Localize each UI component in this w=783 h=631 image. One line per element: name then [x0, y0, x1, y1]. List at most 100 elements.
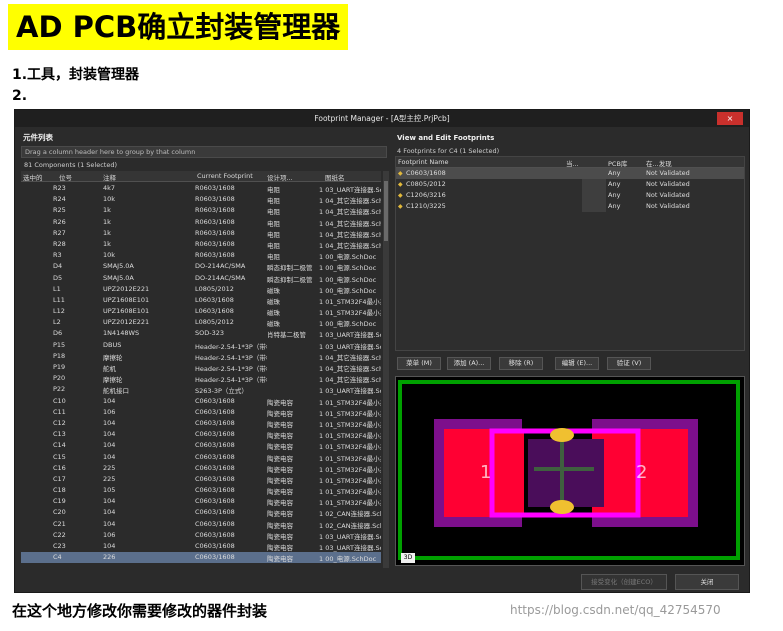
edit-footprint-button[interactable]: 编辑 (E)... [555, 357, 599, 370]
comment-cell: 摩擦轮 [103, 353, 123, 362]
column-header-current-footprint[interactable]: Current Footprint [197, 172, 253, 180]
footprint-preview[interactable]: 1 2 3D [395, 376, 745, 566]
table-row[interactable]: R23 4k7 R0603/1608 电阻 1 03_UART连接器.Sch [21, 183, 381, 194]
table-row[interactable]: P22 舵机接口 S263-3P（立式） 1 03_UART连接器.Sch [21, 384, 381, 395]
design-item-cell: 电阻 [267, 186, 280, 194]
table-row[interactable]: L11 UPZ1608E101 L0603/1608 磁珠 1 01_STM32F4最小… [21, 295, 381, 306]
comment-cell: 104 [103, 497, 116, 506]
sheet-name-cell: 1 01_STM32F4最小系统 [319, 454, 381, 463]
sheet-name-cell: 1 01_STM32F4最小系统 [319, 309, 381, 318]
table-row[interactable]: R24 10k R0603/1608 电阻 1 04_其它连接器.Sch [21, 194, 381, 205]
footprint-cell: C0603/1608 [195, 553, 235, 562]
table-row[interactable]: C17 225 C0603/1608 陶瓷电容 1 01_STM32F4最小系统 [21, 474, 381, 485]
footprint-cell: L0805/2012 [195, 284, 234, 293]
table-row[interactable]: D4 SMAJ5.0A DO-214AC/SMA 瞬态抑制二极管 1 00_电源.Sch… [21, 261, 381, 272]
sheet-name-cell: 1 03_UART连接器.Sch [319, 331, 381, 340]
table-row[interactable]: C15 104 C0603/1608 陶瓷电容 1 01_STM32F4最小系统 [21, 452, 381, 463]
table-row[interactable]: R27 1k R0603/1608 电阻 1 04_其它连接器.Sch [21, 228, 381, 239]
footprint-row[interactable]: ◆ C1210/3225 Any Not Validated [396, 201, 744, 212]
column-header-sheet-name[interactable]: 图纸名 [325, 172, 345, 182]
table-row[interactable]: R26 1k R0603/1608 电阻 1 04_其它连接器.Sch [21, 217, 381, 228]
table-row[interactable]: C10 104 C0603/1608 陶瓷电容 1 01_STM32F4最小系统 [21, 396, 381, 407]
footprint-row[interactable]: ◆ C0603/1608 Any Not Validated [396, 168, 744, 179]
table-row[interactable]: R28 1k R0603/1608 电阻 1 04_其它连接器.Sch [21, 239, 381, 250]
table-row[interactable]: C18 105 C0603/1608 陶瓷电容 1 01_STM32F4最小系统 [21, 485, 381, 496]
design-item-cell: 陶瓷电容 [267, 443, 293, 452]
scrollbar-thumb[interactable] [384, 181, 388, 241]
design-item-cell: 陶瓷电容 [267, 532, 293, 541]
table-row[interactable]: L12 UPZ1608E101 L0603/1608 磁珠 1 01_STM32F4最小… [21, 306, 381, 317]
column-header-current[interactable]: 当... [566, 158, 579, 168]
add-footprint-button[interactable]: 添加 (A)... [447, 357, 491, 370]
table-row[interactable]: P20 摩擦轮 Header-2.54-1*3P（带框机接口 1 04_其它连接器.S… [21, 373, 381, 384]
table-row[interactable]: P19 舵机 Header-2.54-1*3P（带框机接口 1 04_其它连接器.Sc… [21, 362, 381, 373]
accept-changes-button[interactable]: 接受变化（创建ECO） [581, 574, 667, 590]
table-row[interactable]: C23 104 C0603/1608 陶瓷电容 1 03_UART连接器.Sch [21, 541, 381, 552]
table-row[interactable]: R3 10k R0603/1608 电阻 1 00_电源.SchDoc [21, 250, 381, 261]
sheet-name-cell: 1 03_UART连接器.Sch [319, 532, 381, 541]
table-row[interactable]: P15 DBUS Header-2.54-1*3P（带框机接口 1 03_UART连接… [21, 340, 381, 351]
validate-footprint-button[interactable]: 验证 (V) [607, 357, 651, 370]
table-row[interactable]: C20 104 C0603/1608 陶瓷电容 1 02_CAN连接器.Sch [21, 507, 381, 518]
table-row[interactable]: D6 1N4148WS SOD-323 肖特基二极管 1 03_UART连接器.Sch [21, 328, 381, 339]
footprint-cell: DO-214AC/SMA [195, 262, 246, 271]
table-row[interactable]: C13 104 C0603/1608 陶瓷电容 1 01_STM32F4最小系统 [21, 429, 381, 440]
footprint-cell: C0603/1608 [195, 497, 235, 506]
column-header-pcb-library[interactable]: PCB库 [608, 158, 627, 168]
table-row[interactable]: L1 UPZ2012E221 L0805/2012 磁珠 1 00_电源.SchDoc [21, 284, 381, 295]
column-header-found-in[interactable]: 在...发现 [646, 158, 672, 168]
table-row[interactable]: C21 104 C0603/1608 陶瓷电容 1 02_CAN连接器.Sch [21, 519, 381, 530]
table-row[interactable]: C11 106 C0603/1608 陶瓷电容 1 01_STM32F4最小系统 [21, 407, 381, 418]
table-row[interactable]: C4 226 C0603/1608 陶瓷电容 1 00_电源.SchDoc [21, 552, 381, 564]
comment-cell: 1k [103, 217, 111, 226]
table-row[interactable]: L2 UPZ2012E221 L0805/2012 磁珠 1 00_电源.SchDoc [21, 317, 381, 328]
design-item-cell: 陶瓷电容 [267, 420, 293, 429]
footprint-name-cell: C1210/3225 [406, 202, 446, 210]
pcb-library-cell: Any [608, 180, 621, 188]
sheet-name-cell: 1 02_CAN连接器.Sch [319, 510, 381, 519]
caption-text: 在这个地方修改你需要修改的器件封装 [12, 602, 268, 620]
found-in-cell: Not Validated [646, 180, 690, 188]
design-item-cell: 磁珠 [267, 286, 280, 295]
column-header-footprint-name[interactable]: Footprint Name [398, 158, 449, 166]
menu-button[interactable]: 菜单 (M) [397, 357, 441, 370]
table-row[interactable]: C14 104 C0603/1608 陶瓷电容 1 01_STM32F4最小系统 [21, 440, 381, 451]
sheet-name-cell: 1 00_电源.SchDoc [319, 320, 377, 329]
footprint-cell: Header-2.54-1*3P（带框机接口 [195, 342, 267, 351]
footprint-row[interactable]: ◆ C0805/2012 Any Not Validated [396, 179, 744, 190]
remove-footprint-button[interactable]: 移除 (R) [499, 357, 543, 370]
footprint-row[interactable]: ◆ C1206/3216 Any Not Validated [396, 190, 744, 201]
designator-cell: R3 [53, 251, 62, 260]
comment-cell: 104 [103, 418, 116, 427]
table-row[interactable]: C19 104 C0603/1608 陶瓷电容 1 01_STM32F4最小系统 [21, 496, 381, 507]
close-icon[interactable]: × [717, 112, 743, 125]
table-row[interactable]: C22 106 C0603/1608 陶瓷电容 1 03_UART连接器.Sch [21, 530, 381, 541]
comment-cell: UPZ2012E221 [103, 318, 150, 327]
table-row[interactable]: R25 1k R0603/1608 电阻 1 04_其它连接器.Sch [21, 205, 381, 216]
table-row[interactable]: D5 SMAJ5.0A DO-214AC/SMA 瞬态抑制二极管 1 00_电源.Sch… [21, 273, 381, 284]
3d-view-badge[interactable]: 3D [401, 553, 415, 563]
column-header-designator[interactable]: 位号 [59, 172, 72, 182]
document-title: AD PCB确立封装管理器 [8, 4, 349, 50]
designator-cell: C17 [53, 474, 66, 483]
bottom-marker [550, 500, 574, 514]
group-by-hint[interactable]: Drag a column header here to group by th… [21, 146, 387, 158]
sheet-name-cell: 1 04_其它连接器.Sch [319, 208, 381, 217]
column-header-selected[interactable]: 选中的 [23, 172, 43, 182]
sheet-name-cell: 1 04_其它连接器.Sch [319, 365, 381, 373]
footprint-cell: C0603/1608 [195, 519, 235, 528]
table-row[interactable]: C12 104 C0603/1608 陶瓷电容 1 01_STM32F4最小系统 [21, 418, 381, 429]
design-item-cell: 陶瓷电容 [267, 454, 293, 463]
footprint-panel: View and Edit Footprints 4 Footprints fo… [395, 130, 745, 568]
sheet-name-cell: 1 03_UART连接器.Sch [319, 387, 381, 396]
designator-cell: D5 [53, 273, 63, 282]
column-header-comment[interactable]: 注释 [103, 172, 116, 182]
component-list-title: 元件列表 [23, 133, 53, 142]
table-row[interactable]: C16 225 C0603/1608 陶瓷电容 1 01_STM32F4最小系统 [21, 463, 381, 474]
table-row[interactable]: P18 摩擦轮 Header-2.54-1*3P（带框机接口 1 04_其它连接器.S… [21, 351, 381, 362]
footprint-name-cell: C1206/3216 [406, 191, 446, 199]
comment-cell: 225 [103, 474, 116, 483]
component-list-scrollbar[interactable] [383, 171, 389, 568]
column-header-design-item[interactable]: 设计项... [267, 172, 293, 182]
close-button[interactable]: 关闭 [675, 574, 739, 590]
